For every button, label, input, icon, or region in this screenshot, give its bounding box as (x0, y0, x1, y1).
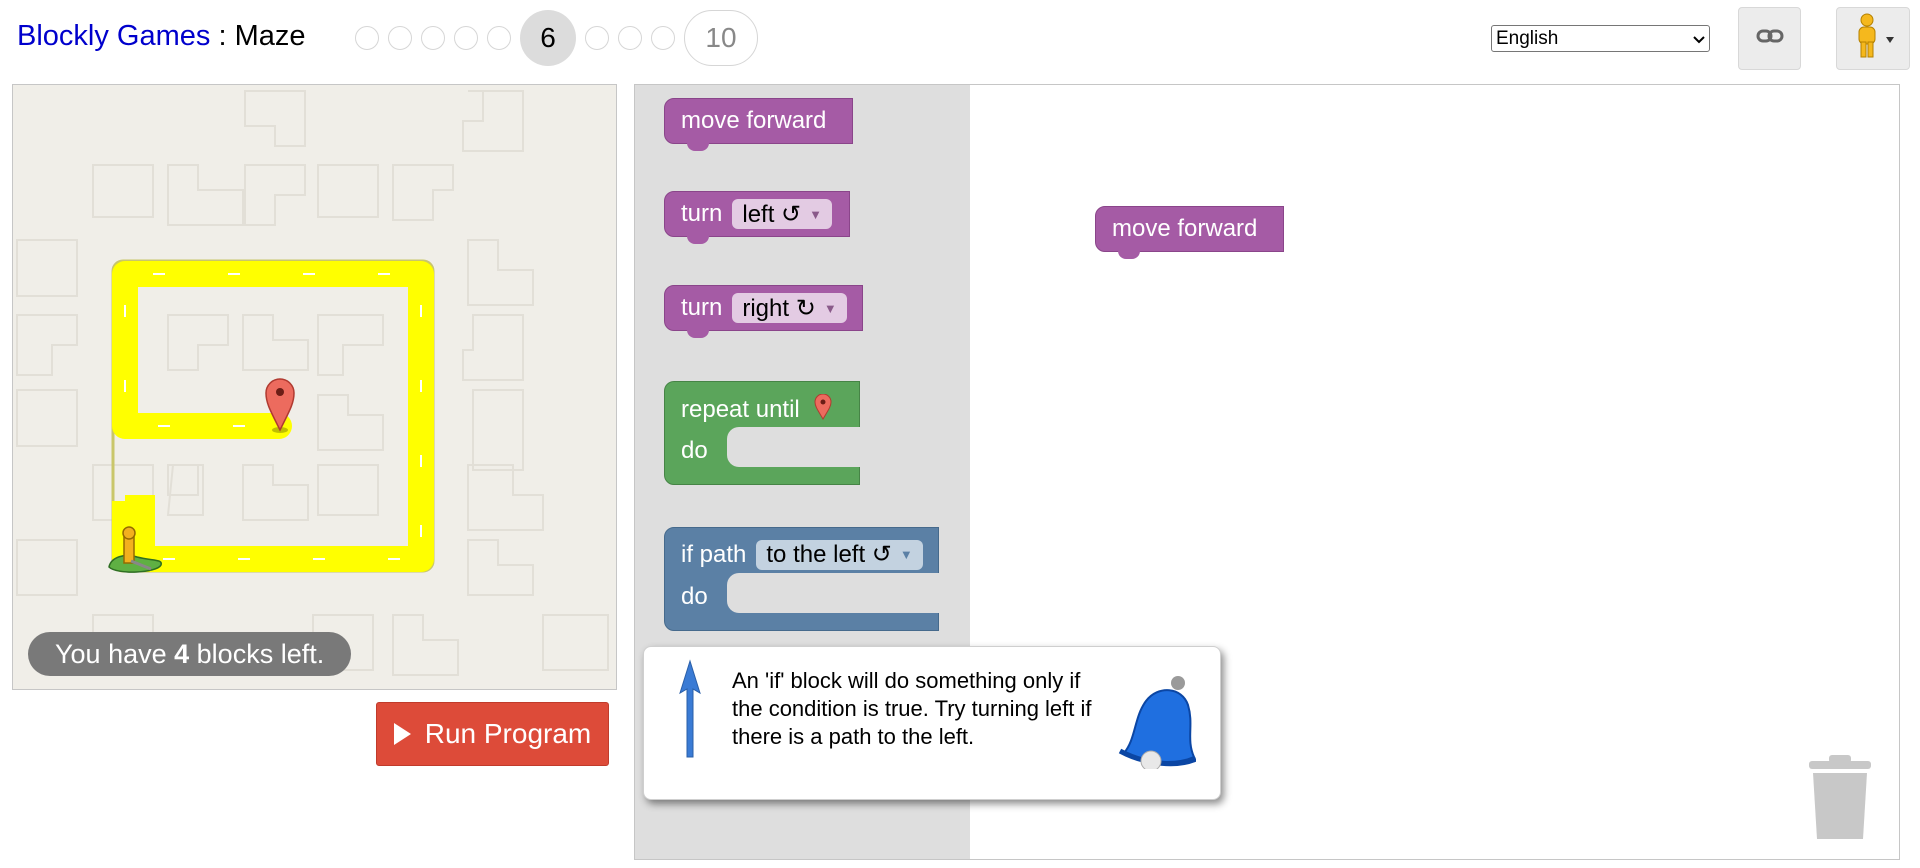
direction-dropdown[interactable]: left ↺ ▼ (732, 199, 833, 229)
dropdown-value: to the left ↺ (766, 541, 892, 568)
toolbox-turn-right-block[interactable]: turn right ↻ ▼ (664, 285, 863, 338)
maze-svg (16, 90, 609, 676)
workspace-move-forward-block[interactable]: move forward (1095, 206, 1284, 259)
language-select-value: English (1496, 27, 1559, 49)
level-7-link[interactable] (585, 26, 609, 50)
pegman-button[interactable] (1836, 7, 1910, 70)
page-title: Blockly Games : Maze (17, 16, 305, 56)
capacity-prefix: You have (55, 639, 175, 669)
toolbox-move-forward-block[interactable]: move forward (664, 98, 853, 151)
toolbox-repeat-until-block[interactable]: repeat until do (664, 381, 861, 485)
block-label: move forward (1112, 215, 1258, 242)
bell-icon[interactable] (1106, 669, 1198, 774)
statement-slot[interactable] (727, 573, 940, 613)
block-label: if path (681, 541, 747, 568)
pegman-icon (1852, 13, 1882, 64)
blockly-workspace[interactable]: move forward turn left ↺ ▼ turn right ↻ … (634, 84, 1900, 860)
if-path-header: if path to the left ↺ ▼ (681, 540, 923, 570)
hint-bubble: An 'if' block will do something only if … (643, 646, 1221, 800)
chevron-down-icon: ▼ (899, 547, 913, 562)
level-2-link[interactable] (388, 26, 412, 50)
level-3-link[interactable] (421, 26, 445, 50)
chevron-down-icon: ▼ (809, 206, 823, 222)
last-level-link[interactable]: 10 (684, 10, 758, 66)
dropdown-value: right ↻ (742, 294, 816, 322)
capacity-count: 4 (174, 639, 190, 669)
chevron-down-icon: ▼ (823, 300, 837, 316)
link-button[interactable] (1738, 7, 1801, 70)
level-selector: 6 10 (355, 9, 767, 67)
block-label: move forward (681, 107, 827, 134)
block-label: turn (681, 200, 723, 227)
block-label: turn (681, 294, 723, 321)
arrow-up-icon (678, 659, 702, 764)
capacity-suffix: blocks left. (189, 639, 325, 669)
dropdown-value: left ↺ (742, 200, 802, 228)
repeat-until-header: repeat until (681, 393, 832, 425)
game-name: Maze (234, 20, 306, 52)
title-separator: : (210, 20, 235, 52)
toolbox-if-path-block[interactable]: if path to the left ↺ ▼ do (664, 527, 940, 631)
trash-icon[interactable] (1807, 755, 1873, 846)
level-8-link[interactable] (618, 26, 642, 50)
block-label: repeat until (681, 395, 800, 423)
run-program-label: Run Program (424, 718, 592, 749)
link-icon (1756, 28, 1784, 49)
play-icon (393, 723, 411, 745)
statement-slot[interactable] (727, 427, 861, 467)
site-title-link[interactable]: Blockly Games (17, 20, 210, 52)
current-level-indicator: 6 (520, 10, 576, 66)
toolbox-turn-left-block[interactable]: turn left ↺ ▼ (664, 191, 850, 244)
chevron-down-icon (1886, 30, 1894, 48)
block-do-label: do (681, 437, 708, 464)
map-marker-icon (814, 393, 832, 425)
level-4-link[interactable] (454, 26, 478, 50)
level-9-link[interactable] (651, 26, 675, 50)
level-5-link[interactable] (487, 26, 511, 50)
direction-dropdown[interactable]: right ↻ ▼ (732, 293, 847, 323)
path-direction-dropdown[interactable]: to the left ↺ ▼ (756, 540, 923, 570)
hint-text: An 'if' block will do something only if … (732, 668, 1092, 749)
blocks-left-badge: You have 4 blocks left. (28, 632, 352, 676)
language-select[interactable]: English (1491, 25, 1710, 52)
block-do-label: do (681, 583, 708, 610)
level-1-link[interactable] (355, 26, 379, 50)
run-program-button[interactable]: Run Program (376, 702, 609, 766)
chevron-down-icon (1693, 31, 1705, 47)
maze-display (12, 84, 617, 690)
